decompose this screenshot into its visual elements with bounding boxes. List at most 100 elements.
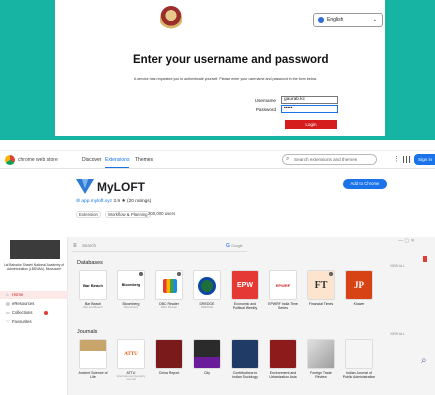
store-header: chrome web store Discover Extensions The… xyxy=(0,151,435,169)
database-card[interactable]: FT i Financial Times xyxy=(304,270,338,318)
tab-extensions[interactable]: Extensions xyxy=(105,157,130,168)
journal-card[interactable]: Indian Journal of Public Administration xyxy=(342,339,376,387)
verified-icon: ⊘ xyxy=(76,199,81,204)
journal-title: City xyxy=(203,371,211,375)
journal-cover xyxy=(155,339,183,369)
language-label: English xyxy=(327,17,344,23)
journal-cover xyxy=(345,339,373,369)
search-placeholder: Search extensions and themes xyxy=(294,157,358,162)
extension-site-link[interactable]: app.myloft.xyz xyxy=(81,199,112,204)
tab-themes[interactable]: Themes xyxy=(135,157,153,163)
database-card[interactable]: EPWRF EPWRF India Time Series xyxy=(266,270,300,318)
search-input[interactable]: ⌕ Search extensions and themes xyxy=(282,154,377,165)
sidebar-item-favourites[interactable]: ♡ Favourites xyxy=(0,318,68,326)
database-title: Economic and Political Weekly xyxy=(232,302,258,310)
add-to-chrome-button[interactable]: Add to Chrome xyxy=(343,179,387,189)
journal-card[interactable]: ATTU ATTU International Quarterly Journa… xyxy=(114,339,148,387)
database-card[interactable]: i DBC Reader DBC Reader xyxy=(152,270,186,318)
apps-grid-icon[interactable] xyxy=(403,156,410,163)
database-card[interactable]: EPW Economic and Political Weekly xyxy=(228,270,262,318)
institution-name: Lal Bahadur Shastri National Academy of … xyxy=(3,263,65,271)
chip-extension: Extension xyxy=(76,211,101,218)
databases-view-all-link[interactable]: VIEW ALL xyxy=(390,264,405,268)
journal-card[interactable]: Ancient Science of Life xyxy=(76,339,110,387)
journals-heading: Journals xyxy=(77,329,98,335)
journal-title: Contributions to Indian Sociology xyxy=(232,371,258,379)
chevron-down-icon: ⌄ xyxy=(372,17,377,23)
extension-meta: ⊘ app.myloft.xyz 3.9 ★ (20 ratings) xyxy=(76,199,151,204)
institution-emblem xyxy=(160,6,182,30)
database-subtitle: DREDGE xyxy=(200,305,214,309)
chip-users: 200,000 users xyxy=(148,211,176,216)
database-cover: i xyxy=(155,270,183,300)
journal-card[interactable]: Contributions to Indian Sociology xyxy=(228,339,262,387)
chrome-web-store-icon[interactable] xyxy=(5,155,15,165)
info-icon[interactable]: i xyxy=(329,272,333,276)
password-label: Password xyxy=(255,107,276,112)
database-card[interactable]: Bloomberg i Bloomberg Bloomberg xyxy=(114,270,148,318)
menu-icon[interactable]: ≡ xyxy=(73,243,77,249)
journal-title: Ancient Science of Life xyxy=(78,371,108,379)
chrome-web-store-panel: chrome web store Discover Extensions The… xyxy=(0,150,435,235)
login-panel: English ⌄ Enter your username and passwo… xyxy=(0,0,435,140)
language-select[interactable]: English ⌄ xyxy=(313,13,383,27)
journal-title: Foreign Trade Review xyxy=(310,371,332,379)
search-bar[interactable] xyxy=(72,242,247,252)
sidebar: Lal Bahadur Shastri National Academy of … xyxy=(0,237,68,395)
login-title: Enter your username and password xyxy=(133,54,329,66)
journal-cover xyxy=(79,339,107,369)
journal-card[interactable]: China Report xyxy=(152,339,186,387)
login-button[interactable]: Login xyxy=(285,120,337,129)
chip-category[interactable]: Workflow & Planning xyxy=(105,211,151,218)
journal-cover xyxy=(307,339,335,369)
sidebar-item-label: Favourites xyxy=(12,319,32,324)
tab-discover[interactable]: Discover xyxy=(82,157,101,163)
database-cover xyxy=(193,270,221,300)
journal-cover xyxy=(193,339,221,369)
password-field[interactable]: ••••• xyxy=(281,105,338,113)
database-card[interactable]: Bar Beach Bar Beach Bar and Beach xyxy=(76,270,110,318)
login-card: English ⌄ Enter your username and passwo… xyxy=(55,0,385,136)
info-icon[interactable]: i xyxy=(177,272,181,276)
database-cover: EPWRF xyxy=(269,270,297,300)
database-subtitle: Bar and Beach xyxy=(83,305,103,309)
database-cover: EPW xyxy=(231,270,259,300)
sidebar-item-collections[interactable]: ▭ Collections xyxy=(0,309,68,317)
journal-subtitle: International Quarterly Journal xyxy=(116,374,146,382)
database-title: Financial Times xyxy=(308,302,334,306)
extension-name: MyLOFT xyxy=(97,180,145,194)
database-card[interactable]: DREDGE DREDGE xyxy=(190,270,224,318)
sidebar-item-label: eResources xyxy=(12,301,35,306)
search-icon: ⌕ xyxy=(286,156,290,162)
myloft-logo-icon xyxy=(76,179,94,194)
more-vert-icon[interactable]: ⋮ xyxy=(393,155,400,163)
journal-card[interactable]: City xyxy=(190,339,224,387)
google-label: Google xyxy=(231,244,243,248)
extension-rating[interactable]: 3.9 ★ (20 ratings) xyxy=(113,199,151,204)
journal-card[interactable]: Environment and Urbanization Asia xyxy=(266,339,300,387)
database-cover: Bloomberg i xyxy=(117,270,145,300)
username-field[interactable]: gaurab.kc xyxy=(281,96,338,104)
journal-title: Indian Journal of Public Administration xyxy=(342,371,376,379)
database-card[interactable]: JP Kluwer xyxy=(342,270,376,318)
sidebar-item-home[interactable]: ⌂ Home xyxy=(0,291,68,299)
sidebar-item-eresources[interactable]: ▤ eResources xyxy=(0,300,68,308)
sign-in-button[interactable]: Sign in xyxy=(414,154,435,165)
info-icon[interactable]: i xyxy=(139,272,143,276)
database-cover: FT i xyxy=(307,270,335,300)
journals-view-all-link[interactable]: VIEW ALL xyxy=(390,332,405,336)
database-cover: Bar Beach xyxy=(79,270,107,300)
help-search-icon[interactable]: ⌕ xyxy=(421,355,427,366)
store-name[interactable]: chrome web store xyxy=(18,157,58,163)
database-title: EPWRF India Time Series xyxy=(268,302,298,310)
bookmark-icon[interactable] xyxy=(423,256,427,262)
search-input[interactable]: Search xyxy=(82,243,96,248)
database-cover: JP xyxy=(345,270,373,300)
journal-card[interactable]: Foreign Trade Review xyxy=(304,339,338,387)
google-search-icon[interactable]: G Google xyxy=(226,243,243,249)
journal-title: Environment and Urbanization Asia xyxy=(269,371,297,379)
institution-banner xyxy=(10,240,60,259)
journal-title: China Report xyxy=(158,371,180,375)
window-controls-icon[interactable]: — ▢ ✕ xyxy=(398,238,415,244)
databases-heading: Databases xyxy=(77,260,103,266)
